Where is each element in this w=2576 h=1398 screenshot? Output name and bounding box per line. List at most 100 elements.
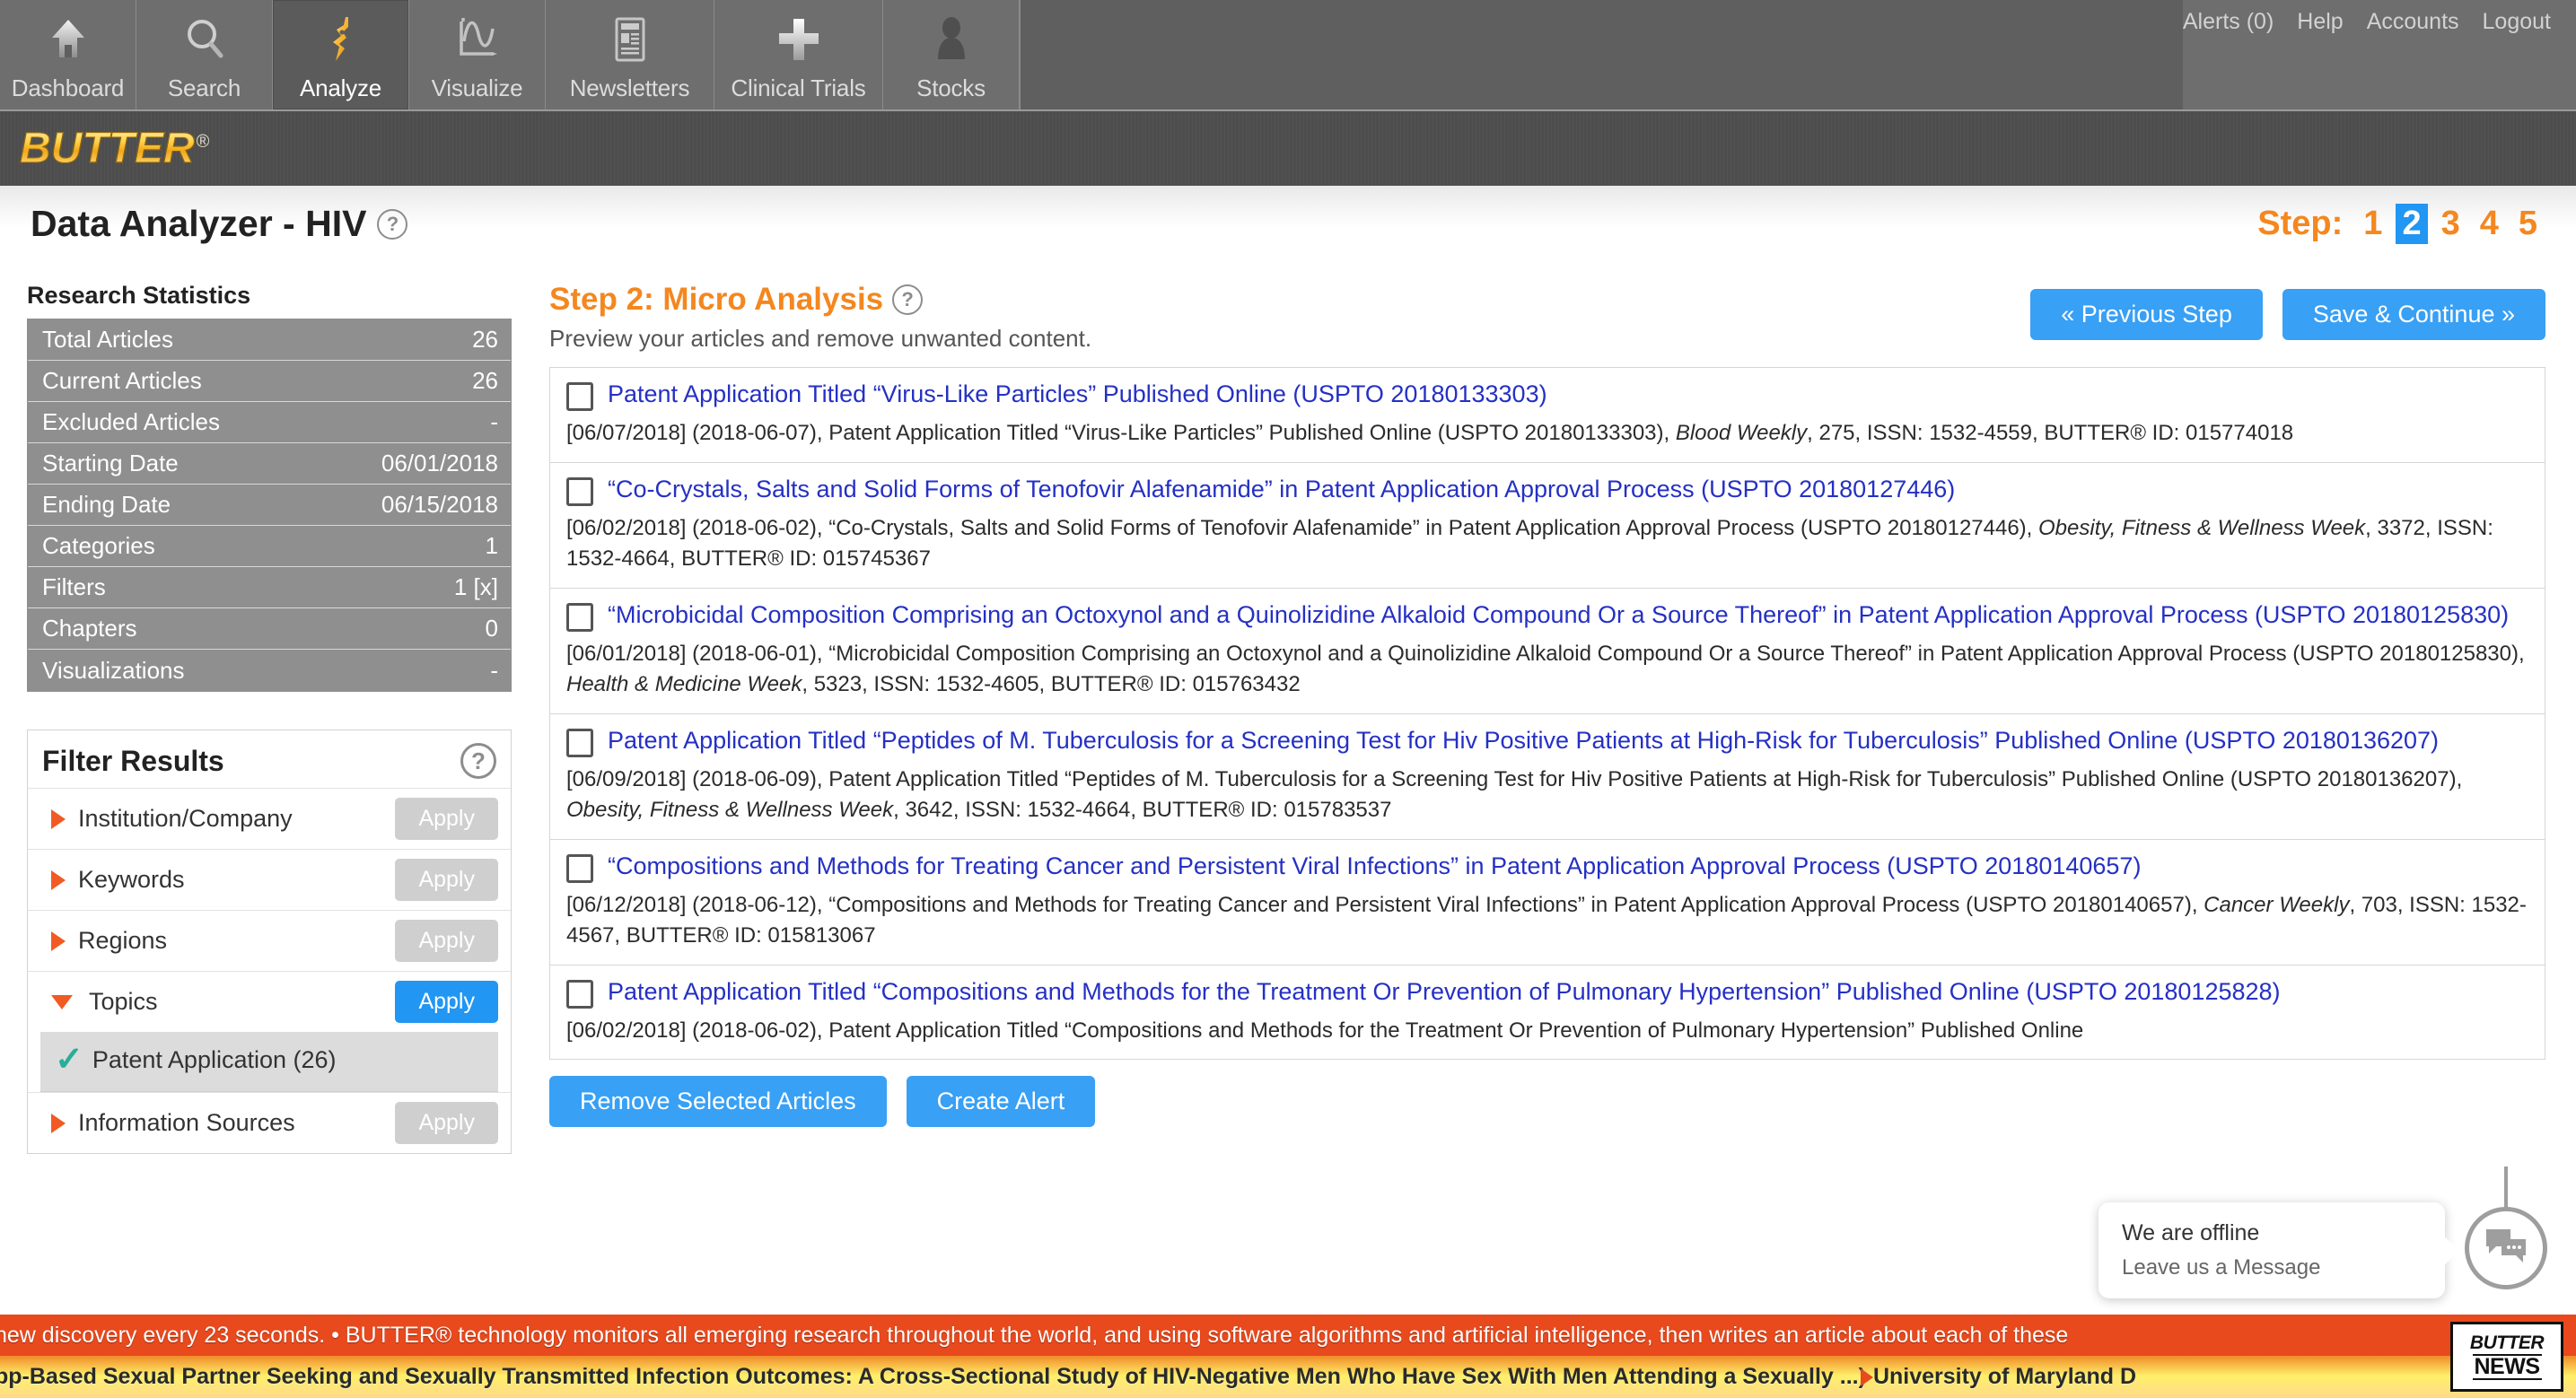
ticker-top-text: new discovery every 23 seconds. • BUTTER… [0, 1322, 2069, 1348]
step-2[interactable]: 2 [2396, 204, 2428, 244]
stats-value: 1 [485, 532, 498, 559]
article-title-link[interactable]: “Co-Crystals, Salts and Solid Forms of T… [608, 474, 1955, 506]
apply-button-regions[interactable]: Apply [395, 920, 498, 962]
chart-curve-icon [448, 10, 507, 69]
save-continue-button[interactable]: Save & Continue » [2282, 289, 2545, 340]
chevron-right-icon[interactable] [51, 931, 66, 951]
step-heading-block: Step 2: Micro Analysis ? Preview your ar… [549, 282, 1091, 353]
filter-results-heading: Filter Results [42, 744, 224, 777]
step-3[interactable]: 3 [2435, 204, 2466, 244]
article-header: Patent Application Titled “Virus-Like Pa… [566, 379, 2528, 411]
previous-step-button[interactable]: « Previous Step [2030, 289, 2263, 340]
chevron-down-icon[interactable] [51, 994, 73, 1009]
filter-row-institution-company[interactable]: Institution/Company Apply [28, 788, 511, 849]
nav-tab-visualize[interactable]: Visualize [409, 0, 546, 109]
stats-row: Total Articles 26 [28, 319, 511, 361]
nav-tab-stocks[interactable]: Stocks [883, 0, 1020, 109]
stats-row-filters[interactable]: Filters 1 [x] [28, 567, 511, 608]
stats-value-filters[interactable]: 1 [x] [454, 573, 498, 601]
filter-row-topics[interactable]: Topics Apply [28, 971, 511, 1032]
nav-tab-label: Clinical Trials [731, 74, 866, 101]
apply-button-institution-company[interactable]: Apply [395, 798, 498, 840]
remove-selected-articles-button[interactable]: Remove Selected Articles [549, 1076, 887, 1128]
stats-label: Total Articles [42, 326, 173, 353]
article-header: Patent Application Titled “Peptides of M… [566, 725, 2528, 757]
step-4[interactable]: 4 [2474, 204, 2505, 244]
article-checkbox[interactable] [566, 979, 593, 1009]
article-title-link[interactable]: Patent Application Titled “Peptides of M… [608, 725, 2439, 757]
chevron-right-icon[interactable] [51, 869, 66, 890]
article-desc-after: , 5323, ISSN: 1532-4605, BUTTER® ID: 015… [802, 672, 1301, 697]
chat-offline-bubble[interactable]: We are offline Leave us a Message [2098, 1202, 2445, 1298]
butter-news-line1: BUTTER [2469, 1332, 2545, 1353]
research-statistics-heading: Research Statistics [27, 282, 251, 309]
sidebar: Research Statistics Total Articles 26 Cu… [0, 262, 539, 1315]
step-subtitle: Preview your articles and remove unwante… [549, 325, 1092, 352]
chevron-right-icon[interactable] [51, 1113, 66, 1133]
article-title-link[interactable]: Patent Application Titled “Compositions … [608, 976, 2281, 1009]
stats-value: 0 [485, 615, 498, 642]
filter-row-information-sources[interactable]: Information Sources Apply [28, 1092, 511, 1153]
chat-bubbles-icon [2484, 1227, 2528, 1271]
apply-button-keywords[interactable]: Apply [395, 859, 498, 901]
stats-value: - [490, 408, 498, 435]
article-checkbox[interactable] [566, 382, 593, 411]
newspaper-icon [600, 10, 660, 69]
article-journal: Blood Weekly [1675, 421, 1808, 445]
filter-results-header: Filter Results ? [28, 730, 511, 788]
topic-option-patent-application[interactable]: ✓ Patent Application (26) [40, 1032, 498, 1092]
nav-tab-label: Dashboard [11, 74, 125, 101]
nav-tab-label: Search [167, 74, 241, 101]
nav-tab-analyze[interactable]: Analyze [273, 0, 409, 109]
step-help-icon[interactable]: ? [892, 284, 924, 315]
nav-tab-dashboard[interactable]: Dashboard [0, 0, 136, 109]
page-help-icon[interactable]: ? [377, 208, 408, 240]
article-checkbox[interactable] [566, 728, 593, 757]
search-icon [175, 10, 234, 69]
create-alert-button[interactable]: Create Alert [906, 1076, 1096, 1128]
butter-news-badge[interactable]: BUTTER NEWS [2450, 1322, 2563, 1392]
article-title-link[interactable]: “Compositions and Methods for Treating C… [608, 851, 2141, 883]
step-title: Step 2: Micro Analysis ? [549, 282, 1091, 318]
topic-option-label: Patent Application (26) [92, 1045, 337, 1073]
article-description: [06/02/2018] (2018-06-02), Patent Applic… [566, 1016, 2528, 1047]
stats-value: 06/01/2018 [381, 450, 498, 476]
stats-row: Starting Date 06/01/2018 [28, 443, 511, 485]
filter-row-regions[interactable]: Regions Apply [28, 910, 511, 971]
butter-logo[interactable]: BUTTER ® [20, 124, 210, 173]
accounts-link[interactable]: Accounts [2367, 9, 2459, 35]
article-desc-after: , 275, ISSN: 1532-4559, BUTTER® ID: 0157… [1807, 421, 2294, 445]
article-checkbox[interactable] [566, 853, 593, 883]
apply-button-information-sources[interactable]: Apply [395, 1102, 498, 1144]
article-journal: Obesity, Fitness & Wellness Week [2038, 515, 2366, 540]
main-area: Research Statistics Total Articles 26 Cu… [0, 262, 2576, 1315]
filter-row-keywords[interactable]: Keywords Apply [28, 849, 511, 910]
alerts-link[interactable]: Alerts (0) [2183, 9, 2274, 35]
nav-tab-clinical-trials[interactable]: Clinical Trials [714, 0, 883, 109]
research-statistics-table: Total Articles 26 Current Articles 26 Ex… [27, 319, 512, 692]
step-1[interactable]: 1 [2357, 204, 2388, 244]
brand-bar: BUTTER ® [0, 109, 2576, 186]
nav-tab-newsletters[interactable]: Newsletters [546, 0, 714, 109]
stats-row: Ending Date 06/15/2018 [28, 485, 511, 526]
step-5[interactable]: 5 [2512, 204, 2544, 244]
news-ticker: new discovery every 23 seconds. • BUTTER… [0, 1315, 2576, 1398]
article-checkbox[interactable] [566, 476, 593, 506]
article-desc-before: [06/09/2018] (2018-06-09), Patent Applic… [566, 766, 2463, 791]
filter-help-icon[interactable]: ? [460, 743, 496, 779]
help-link[interactable]: Help [2297, 9, 2343, 35]
chevron-right-icon[interactable] [51, 808, 66, 829]
ticker-top-row[interactable]: new discovery every 23 seconds. • BUTTER… [0, 1315, 2576, 1356]
chat-launcher-button[interactable] [2465, 1207, 2547, 1289]
ticker-bottom-row[interactable]: pp-Based Sexual Partner Seeking and Sexu… [0, 1356, 2576, 1398]
article-checkbox[interactable] [566, 602, 593, 632]
article-journal: Cancer Weekly [2204, 892, 2350, 917]
article-title-link[interactable]: Patent Application Titled “Virus-Like Pa… [608, 379, 1547, 411]
article-title-link[interactable]: “Microbicidal Composition Comprising an … [608, 599, 2509, 632]
person-icon [922, 10, 981, 69]
logout-link[interactable]: Logout [2483, 9, 2551, 35]
nav-tab-search[interactable]: Search [136, 0, 273, 109]
chat-status-text: We are offline [2122, 1220, 2260, 1245]
apply-button-topics[interactable]: Apply [395, 981, 498, 1023]
article-row: “Microbicidal Composition Comprising an … [550, 589, 2545, 714]
